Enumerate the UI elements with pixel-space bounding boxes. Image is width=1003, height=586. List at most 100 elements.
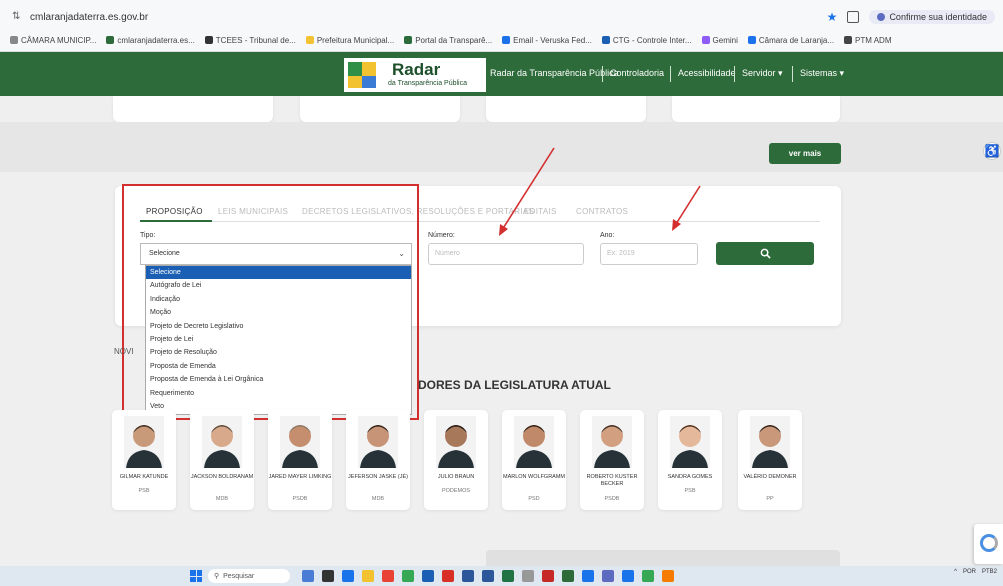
- taskbar-app-icon[interactable]: [362, 570, 374, 582]
- recaptcha-badge[interactable]: [974, 524, 1003, 564]
- taskbar-app-icon[interactable]: [322, 570, 334, 582]
- councillor-name: JACKSON BOLDRANAM: [190, 474, 254, 480]
- section-title: DORES DA LEGISLATURA ATUAL: [418, 378, 611, 392]
- taskbar-app-icon[interactable]: [562, 570, 574, 582]
- taskbar-app-icon[interactable]: [642, 570, 654, 582]
- avatar: [670, 416, 710, 468]
- ano-label: Ano:: [600, 232, 615, 239]
- news-card[interactable]: [486, 96, 646, 122]
- councillor-card[interactable]: JARED MAYER LIMKING PSDB: [268, 410, 332, 510]
- taskbar-app-icon[interactable]: [302, 570, 314, 582]
- bookmark-item[interactable]: Email - Veruska Fed...: [502, 36, 592, 45]
- avatar: [358, 416, 398, 468]
- news-card[interactable]: [300, 96, 460, 122]
- bookmark-icon: [747, 36, 756, 44]
- avatar: [202, 416, 242, 468]
- taskbar-search[interactable]: ⚲ Pesquisar: [208, 569, 290, 583]
- site-info-icon[interactable]: ⇅: [12, 11, 24, 23]
- taskbar-app-icon[interactable]: [502, 570, 514, 582]
- taskbar-app-icon[interactable]: [542, 570, 554, 582]
- councillor-card[interactable]: SANDRA GOMES PSB: [658, 410, 722, 510]
- start-icon[interactable]: [190, 570, 202, 582]
- news-card[interactable]: [113, 96, 273, 122]
- browser-chrome: ⇅ cmlaranjadaterra.es.gov.br ★ Confirme …: [0, 0, 1003, 52]
- bookmark-icon: [305, 36, 314, 44]
- tab-contratos[interactable]: CONTRATOS: [576, 207, 628, 216]
- councillor-card[interactable]: VALÉRIO DEMONER PP: [738, 410, 802, 510]
- taskbar-app-icon[interactable]: [382, 570, 394, 582]
- bookmark-icon: [106, 36, 115, 44]
- bookmark-item[interactable]: Portal da Transparê...: [404, 36, 492, 45]
- header-site-name[interactable]: Radar da Transparência Pública: [490, 68, 619, 78]
- tab-editais[interactable]: EDITAIS: [524, 207, 557, 216]
- bookmark-item[interactable]: TCEES - Tribunal de...: [204, 36, 296, 45]
- bookmark-item[interactable]: Prefeitura Municipal...: [305, 36, 394, 45]
- bookmark-label: PTM ADM: [855, 35, 892, 45]
- address-bar[interactable]: ⇅ cmlaranjadaterra.es.gov.br ★ Confirme …: [0, 6, 1003, 28]
- nav-sistemas[interactable]: Sistemas ▾: [800, 68, 844, 79]
- councillor-party: MDB: [215, 496, 229, 502]
- councillor-card[interactable]: JULIO BRAUN PODEMOS: [424, 410, 488, 510]
- councillor-card[interactable]: JACKSON BOLDRANAM MDB: [190, 410, 254, 510]
- taskbar-app-icon[interactable]: [622, 570, 634, 582]
- nav-servidor[interactable]: Servidor ▾: [742, 68, 783, 79]
- bookmark-item[interactable]: CTG - Controle Inter...: [601, 36, 692, 45]
- ano-input[interactable]: Ex: 2019: [600, 243, 698, 265]
- taskbar-app-icon[interactable]: [482, 570, 494, 582]
- councillor-name: SANDRA GOMES: [667, 474, 713, 480]
- tray-lang[interactable]: POR: [963, 569, 976, 575]
- bookmark-item[interactable]: PTM ADM: [844, 35, 892, 45]
- bookmark-item[interactable]: Gemini: [701, 36, 738, 45]
- bookmark-icon: [204, 36, 213, 44]
- avatar: [280, 416, 320, 468]
- taskbar-app-icon[interactable]: [522, 570, 534, 582]
- search-icon: [760, 248, 771, 259]
- taskbar-app-icon[interactable]: [582, 570, 594, 582]
- taskbar-app-icon[interactable]: [662, 570, 674, 582]
- councillor-card[interactable]: MARLON WOLFGRAMM PSD: [502, 410, 566, 510]
- councillor-name: GILMAR KATUNDE: [119, 474, 169, 480]
- bookmark-label: Câmara de Laranja...: [758, 35, 835, 45]
- recaptcha-icon: [980, 534, 998, 552]
- numero-input[interactable]: Número: [428, 243, 584, 265]
- taskbar-app-icon[interactable]: [402, 570, 414, 582]
- ver-mais-button[interactable]: ver mais: [769, 143, 841, 164]
- bookmark-label: cmlaranjadaterra.es...: [117, 35, 195, 45]
- bookmark-icon: [844, 36, 853, 44]
- search-icon: ⚲: [214, 573, 220, 580]
- identity-chip[interactable]: Confirme sua identidade: [869, 10, 995, 24]
- site-logo[interactable]: Radar da Transparência Pública: [344, 58, 486, 92]
- councillor-party: PSB: [138, 488, 150, 494]
- bookmark-item[interactable]: Câmara de Laranja...: [747, 35, 835, 45]
- councillor-party: MDB: [371, 496, 385, 502]
- councillor-card[interactable]: ROBERTO KUSTER BECKER PSDB: [580, 410, 644, 510]
- councillor-name: JEFERSON JASKE (JÉ): [348, 474, 408, 480]
- numero-label: Número:: [428, 232, 455, 239]
- taskbar-app-icon[interactable]: [342, 570, 354, 582]
- taskbar-app-icon[interactable]: [462, 570, 474, 582]
- bookmark-item[interactable]: cmlaranjadaterra.es...: [106, 35, 195, 45]
- extensions-icon[interactable]: [847, 11, 860, 23]
- taskbar-app-icon[interactable]: [602, 570, 614, 582]
- taskbar-app-icon[interactable]: [422, 570, 434, 582]
- bookmark-icon: [502, 36, 511, 44]
- councillor-name: VALÉRIO DEMONER: [743, 474, 797, 480]
- news-card[interactable]: [672, 96, 840, 122]
- logo-title: Radar: [392, 60, 441, 79]
- bookmark-icon: [701, 36, 710, 44]
- councillor-card[interactable]: JEFERSON JASKE (JÉ) MDB: [346, 410, 410, 510]
- nav-controladoria[interactable]: Controladoria: [610, 68, 664, 78]
- accessibility-icon[interactable]: ♿: [983, 142, 1001, 160]
- url-text[interactable]: cmlaranjadaterra.es.gov.br: [30, 12, 148, 23]
- system-tray: ^ POR PTB2: [954, 569, 997, 575]
- search-button[interactable]: [716, 242, 814, 265]
- taskbar-app-icon[interactable]: [442, 570, 454, 582]
- highlight-box: [122, 184, 419, 420]
- chevron-up-icon[interactable]: ^: [954, 569, 957, 575]
- bookmark-label: CÂMARA MUNICIP...: [21, 35, 97, 45]
- bookmark-item[interactable]: CÂMARA MUNICIP...: [10, 36, 96, 45]
- nav-acessibilidade[interactable]: Acessibilidade: [678, 68, 736, 78]
- bookmark-star-icon[interactable]: ★: [827, 10, 838, 24]
- councillor-card[interactable]: GILMAR KATUNDE PSB: [112, 410, 176, 510]
- tray-lang-2[interactable]: PTB2: [982, 569, 997, 575]
